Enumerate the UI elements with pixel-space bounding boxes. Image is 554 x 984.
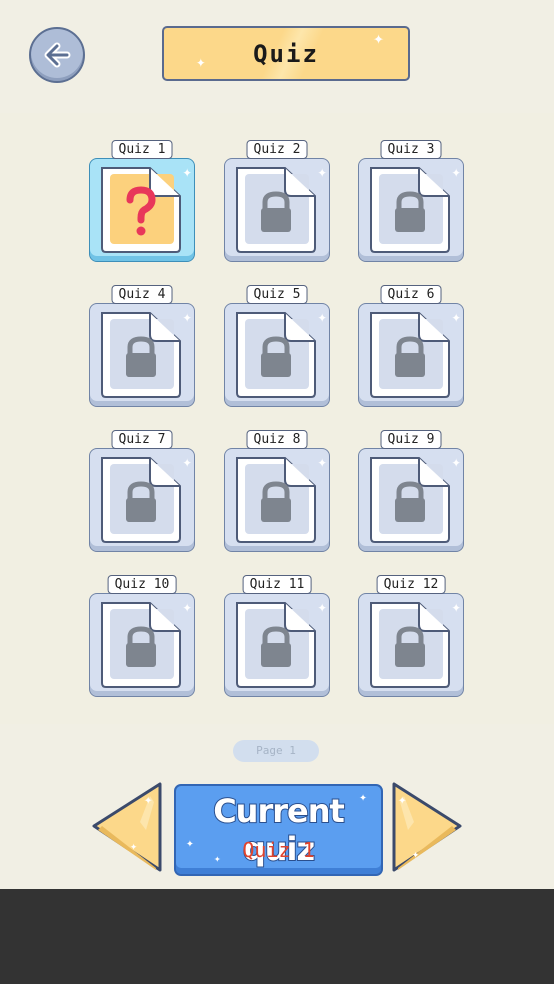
level-card[interactable]: ✦ Quiz 4 — [89, 285, 195, 407]
level-card[interactable]: ✦ Quiz 11 — [224, 575, 330, 697]
level-card-frame — [89, 303, 195, 407]
document-icon — [231, 307, 319, 403]
sparkle-icon: ✦ — [130, 839, 137, 853]
sparkle-icon: ✦ — [398, 792, 407, 808]
sparkle-icon: ✦ — [451, 597, 461, 616]
level-label: Quiz 9 — [380, 430, 442, 449]
document-icon — [231, 452, 319, 548]
bottom-bar — [0, 889, 554, 984]
sparkle-icon: ✦ — [196, 52, 208, 71]
level-card[interactable]: ✦ Quiz 12 — [358, 575, 464, 697]
level-label: Quiz 12 — [376, 575, 446, 594]
sparkle-icon: ✦ — [144, 792, 153, 808]
sparkle-icon: ✦ — [182, 162, 192, 181]
sparkle-icon: ✦ — [451, 162, 461, 181]
sparkle-icon: ✦ — [182, 452, 192, 471]
level-grid: ✦ Quiz 1 ✦ Quiz 2 ✦ Quiz 3 ✦ Quiz 4 ✦ Quiz 5 ✦ Quiz… — [0, 113, 554, 724]
sparkle-icon: ✦ — [412, 847, 419, 861]
level-card-frame — [89, 158, 195, 262]
level-card[interactable]: ✦ Quiz 8 — [224, 430, 330, 552]
level-card[interactable]: ✦ Quiz 7 — [89, 430, 195, 552]
back-button[interactable] — [29, 27, 85, 83]
title-banner: ✦ ✦ Quiz — [162, 26, 410, 81]
level-card[interactable]: ✦ Quiz 6 — [358, 285, 464, 407]
level-card-frame — [224, 303, 330, 407]
document-icon — [96, 452, 184, 548]
level-card-frame — [224, 593, 330, 697]
level-label: Quiz 4 — [111, 285, 173, 304]
level-card-frame — [224, 158, 330, 262]
back-arrow-icon — [44, 42, 71, 68]
document-icon — [365, 452, 453, 548]
sparkle-icon: ✦ — [451, 307, 461, 326]
sparkle-icon: ✦ — [182, 597, 192, 616]
level-card-frame — [89, 448, 195, 552]
level-card-frame — [358, 448, 464, 552]
current-quiz-button[interactable]: ✦ ✦ ✦ Current quiz Quiz 1 — [174, 784, 383, 876]
document-icon — [96, 307, 184, 403]
level-card-frame — [89, 593, 195, 697]
document-icon — [231, 597, 319, 693]
level-label: Quiz 1 — [111, 140, 173, 159]
level-label: Quiz 7 — [111, 430, 173, 449]
sparkle-icon: ✦ — [317, 162, 327, 181]
level-label: Quiz 11 — [242, 575, 312, 594]
level-label: Quiz 8 — [246, 430, 308, 449]
level-panel: ✦ Quiz 1 ✦ Quiz 2 ✦ Quiz 3 ✦ Quiz 4 ✦ Quiz 5 ✦ Quiz… — [0, 113, 554, 724]
level-card-frame — [358, 303, 464, 407]
level-card-frame — [358, 158, 464, 262]
level-card[interactable]: ✦ Quiz 10 — [89, 575, 195, 697]
page-indicator: Page 1 — [233, 740, 319, 762]
level-label: Quiz 3 — [380, 140, 442, 159]
level-card[interactable]: ✦ Quiz 1 — [89, 140, 195, 262]
level-label: Quiz 6 — [380, 285, 442, 304]
level-card[interactable]: ✦ Quiz 2 — [224, 140, 330, 262]
sparkle-icon: ✦ — [317, 597, 327, 616]
next-page-button[interactable]: ✦ ✦ — [390, 782, 464, 874]
sparkle-icon: ✦ — [182, 307, 192, 326]
level-label: Quiz 10 — [107, 575, 177, 594]
level-label: Quiz 2 — [246, 140, 308, 159]
sparkle-icon: ✦ — [373, 28, 386, 49]
document-icon — [96, 597, 184, 693]
level-card-frame — [224, 448, 330, 552]
sparkle-icon: ✦ — [317, 452, 327, 471]
sparkle-icon: ✦ — [451, 452, 461, 471]
level-label: Quiz 5 — [246, 285, 308, 304]
level-card[interactable]: ✦ Quiz 5 — [224, 285, 330, 407]
document-icon — [96, 162, 184, 258]
document-icon — [365, 162, 453, 258]
level-card[interactable]: ✦ Quiz 9 — [358, 430, 464, 552]
prev-page-button[interactable]: ✦ ✦ — [90, 782, 164, 874]
document-icon — [231, 162, 319, 258]
level-card-frame — [358, 593, 464, 697]
page-title: Quiz — [253, 39, 319, 68]
sparkle-icon: ✦ — [317, 307, 327, 326]
document-icon — [365, 597, 453, 693]
current-quiz-value: Quiz 1 — [242, 838, 315, 862]
level-card[interactable]: ✦ Quiz 3 — [358, 140, 464, 262]
document-icon — [365, 307, 453, 403]
